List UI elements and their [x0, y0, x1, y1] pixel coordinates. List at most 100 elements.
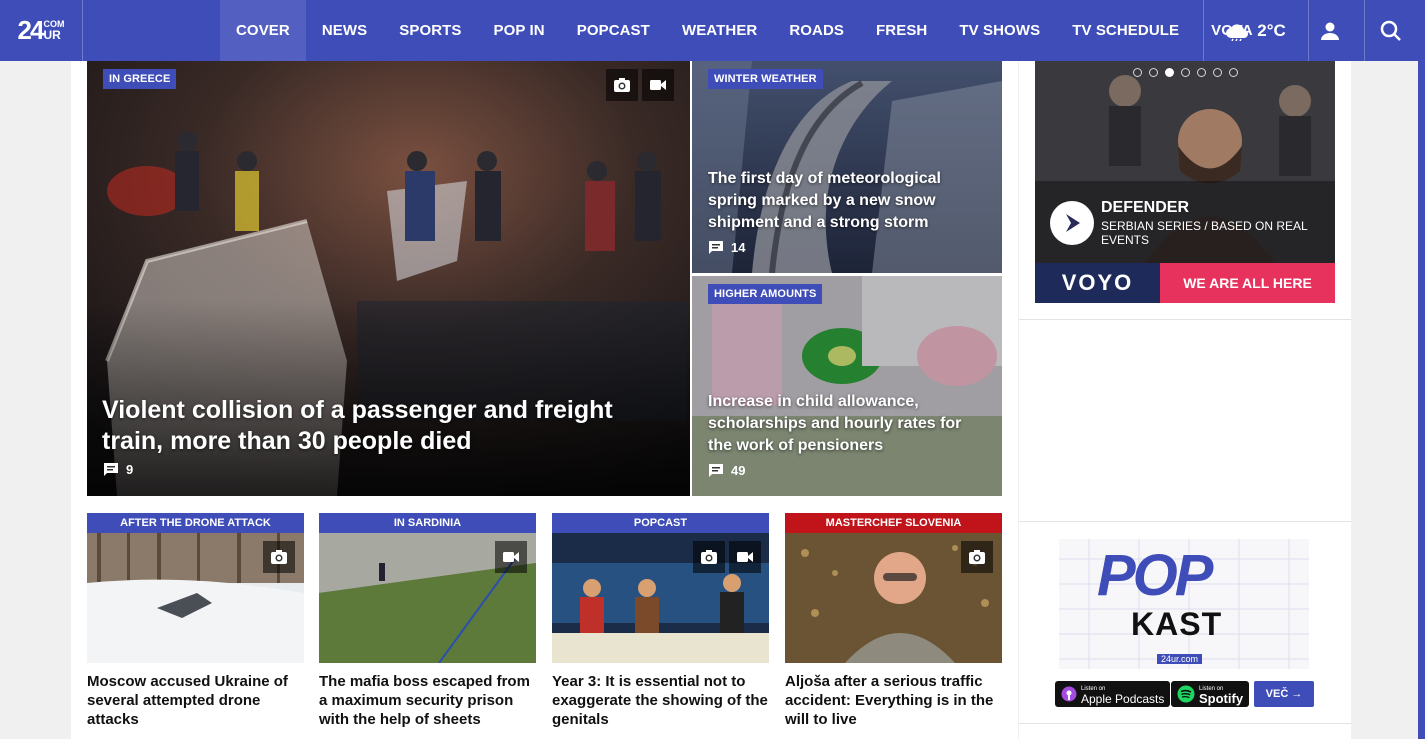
card-image[interactable]: [552, 533, 769, 663]
card-title[interactable]: Moscow accused Ukraine of several attemp…: [87, 672, 304, 729]
card-title[interactable]: Year 3: It is essential not to exaggerat…: [552, 672, 769, 729]
hero-story[interactable]: IN GREECE Violent collision of a passeng…: [87, 61, 690, 496]
carousel-dot[interactable]: [1180, 68, 1190, 77]
news-card[interactable]: AFTER THE DRONE ATTACK Moscow accused Uk…: [87, 513, 304, 729]
nav-news[interactable]: NEWS: [306, 0, 383, 61]
voyo-bar: VOYO WE ARE ALL HERE: [1035, 263, 1335, 303]
camera-icon: [969, 550, 985, 564]
show-subtitle: SERBIAN SERIES / BASED ON REAL EVENTS: [1101, 219, 1308, 247]
nav-roads[interactable]: ROADS: [773, 0, 860, 61]
card-title[interactable]: The mafia boss escaped from a maximum se…: [319, 672, 536, 729]
photo-gallery-button[interactable]: [263, 541, 295, 573]
side-story-tag[interactable]: HIGHER AMOUNTS: [708, 284, 823, 304]
side-story-title[interactable]: The first day of meteorological spring m…: [708, 168, 978, 234]
news-card[interactable]: POPCAST Year 3: It is essential not to e…: [552, 513, 769, 729]
photo-gallery-button[interactable]: [693, 541, 725, 573]
spotify-label: Spotify: [1199, 691, 1244, 706]
hero-comments[interactable]: 9: [104, 462, 133, 477]
nav-weather[interactable]: WEATHER: [666, 0, 773, 61]
carousel-dot[interactable]: [1212, 68, 1222, 77]
side-story-tag[interactable]: WINTER WEATHER: [708, 69, 823, 89]
side-story-comment-count: 14: [731, 240, 746, 255]
nav-popcast[interactable]: POPCAST: [561, 0, 666, 61]
site-logo[interactable]: 24 COM UR: [0, 0, 83, 61]
photo-gallery-button[interactable]: [606, 69, 638, 101]
card-title[interactable]: Aljoša after a serious traffic accident:…: [785, 672, 1002, 729]
voyo-cta-button[interactable]: WE ARE ALL HERE: [1160, 263, 1335, 303]
carousel-dot-active[interactable]: [1164, 68, 1174, 77]
user-account-button[interactable]: [1308, 0, 1352, 61]
nav-pop-in[interactable]: POP IN: [478, 0, 561, 61]
comment-icon: [709, 241, 723, 254]
card-image[interactable]: [319, 533, 536, 663]
carousel-dot[interactable]: [1148, 68, 1158, 77]
hero-tag[interactable]: IN GREECE: [103, 69, 177, 89]
logo-24: 24: [17, 15, 45, 45]
video-button[interactable]: [729, 541, 761, 573]
popkast-logo-bottom: KAST: [1131, 606, 1223, 642]
apple-label: Apple Podcasts: [1081, 692, 1165, 706]
comment-icon: [104, 463, 118, 476]
popkast-logo[interactable]: POP KAST 24ur.com: [1059, 539, 1309, 669]
video-button[interactable]: [495, 541, 527, 573]
video-camera-icon: [503, 552, 519, 562]
card-image[interactable]: [87, 533, 304, 663]
camera-icon: [614, 78, 630, 92]
main-nav: COVER NEWS SPORTS POP IN POPCAST WEATHER…: [220, 0, 1269, 61]
side-story-allowance[interactable]: HIGHER AMOUNTS Increase in child allowan…: [692, 276, 1002, 496]
hero-title[interactable]: Violent collision of a passenger and fre…: [102, 395, 677, 457]
scrollbar[interactable]: [1418, 0, 1425, 739]
show-title: DEFENDER: [1101, 199, 1190, 216]
side-story-comments[interactable]: 14: [709, 240, 745, 255]
side-story-comments[interactable]: 49: [709, 463, 745, 478]
voyo-logo[interactable]: VOYO: [1035, 263, 1160, 303]
logo-ur: UR: [43, 28, 61, 42]
nav-tv-schedule[interactable]: TV SCHEDULE: [1056, 0, 1195, 61]
side-story-comment-count: 49: [731, 463, 746, 478]
sidebar-divider: [1019, 521, 1351, 522]
weather-widget[interactable]: 2°C: [1203, 0, 1308, 61]
video-camera-icon: [650, 80, 666, 90]
apple-podcasts-button[interactable]: Listen on Apple Podcasts: [1055, 681, 1171, 707]
carousel-dot[interactable]: [1228, 68, 1238, 77]
side-story-weather[interactable]: WINTER WEATHER The first day of meteorol…: [692, 61, 1002, 273]
news-card[interactable]: MASTERCHEF SLOVENIA Aljoša after a serio…: [785, 513, 1002, 729]
sidebar-divider: [1019, 723, 1351, 724]
cloud-icon: [1226, 23, 1249, 41]
comment-icon: [709, 464, 723, 477]
carousel-dots: [1035, 68, 1335, 77]
card-tag[interactable]: AFTER THE DRONE ATTACK: [87, 513, 304, 533]
spotify-button[interactable]: Listen on Spotify: [1171, 681, 1250, 707]
search-button[interactable]: [1364, 0, 1418, 61]
nav-cover[interactable]: COVER: [220, 0, 306, 61]
popkast-logo-top: POP: [1097, 543, 1213, 608]
card-image[interactable]: [785, 533, 1002, 663]
camera-icon: [701, 550, 717, 564]
video-camera-icon: [737, 552, 753, 562]
more-button[interactable]: VEČ →: [1254, 681, 1314, 707]
nav-tv-shows[interactable]: TV SHOWS: [943, 0, 1056, 61]
card-tag[interactable]: IN SARDINIA: [319, 513, 536, 533]
card-tag[interactable]: POPCAST: [552, 513, 769, 533]
sidebar: DEFENDER SERBIAN SERIES / BASED ON REAL …: [1019, 61, 1351, 739]
spotify-icon: [1177, 685, 1195, 703]
weather-temperature: 2°C: [1257, 20, 1286, 40]
card-tag[interactable]: MASTERCHEF SLOVENIA: [785, 513, 1002, 533]
camera-icon: [271, 550, 287, 564]
nav-fresh[interactable]: FRESH: [860, 0, 943, 61]
apple-podcasts-icon: [1061, 686, 1077, 702]
video-button[interactable]: [642, 69, 674, 101]
hero-comment-count: 9: [126, 462, 134, 477]
user-icon: [1321, 22, 1339, 40]
nav-sports[interactable]: SPORTS: [383, 0, 477, 61]
search-icon: [1380, 20, 1401, 41]
main-content: IN GREECE Violent collision of a passeng…: [71, 61, 1018, 739]
voyo-promo[interactable]: DEFENDER SERBIAN SERIES / BASED ON REAL …: [1035, 61, 1335, 303]
carousel-dot[interactable]: [1132, 68, 1142, 77]
side-story-title[interactable]: Increase in child allowance, scholarship…: [708, 391, 988, 457]
photo-gallery-button[interactable]: [961, 541, 993, 573]
play-button[interactable]: [1050, 201, 1094, 245]
news-card[interactable]: IN SARDINIA The mafia boss escaped from …: [319, 513, 536, 729]
play-icon: [1066, 214, 1080, 232]
carousel-dot[interactable]: [1196, 68, 1206, 77]
